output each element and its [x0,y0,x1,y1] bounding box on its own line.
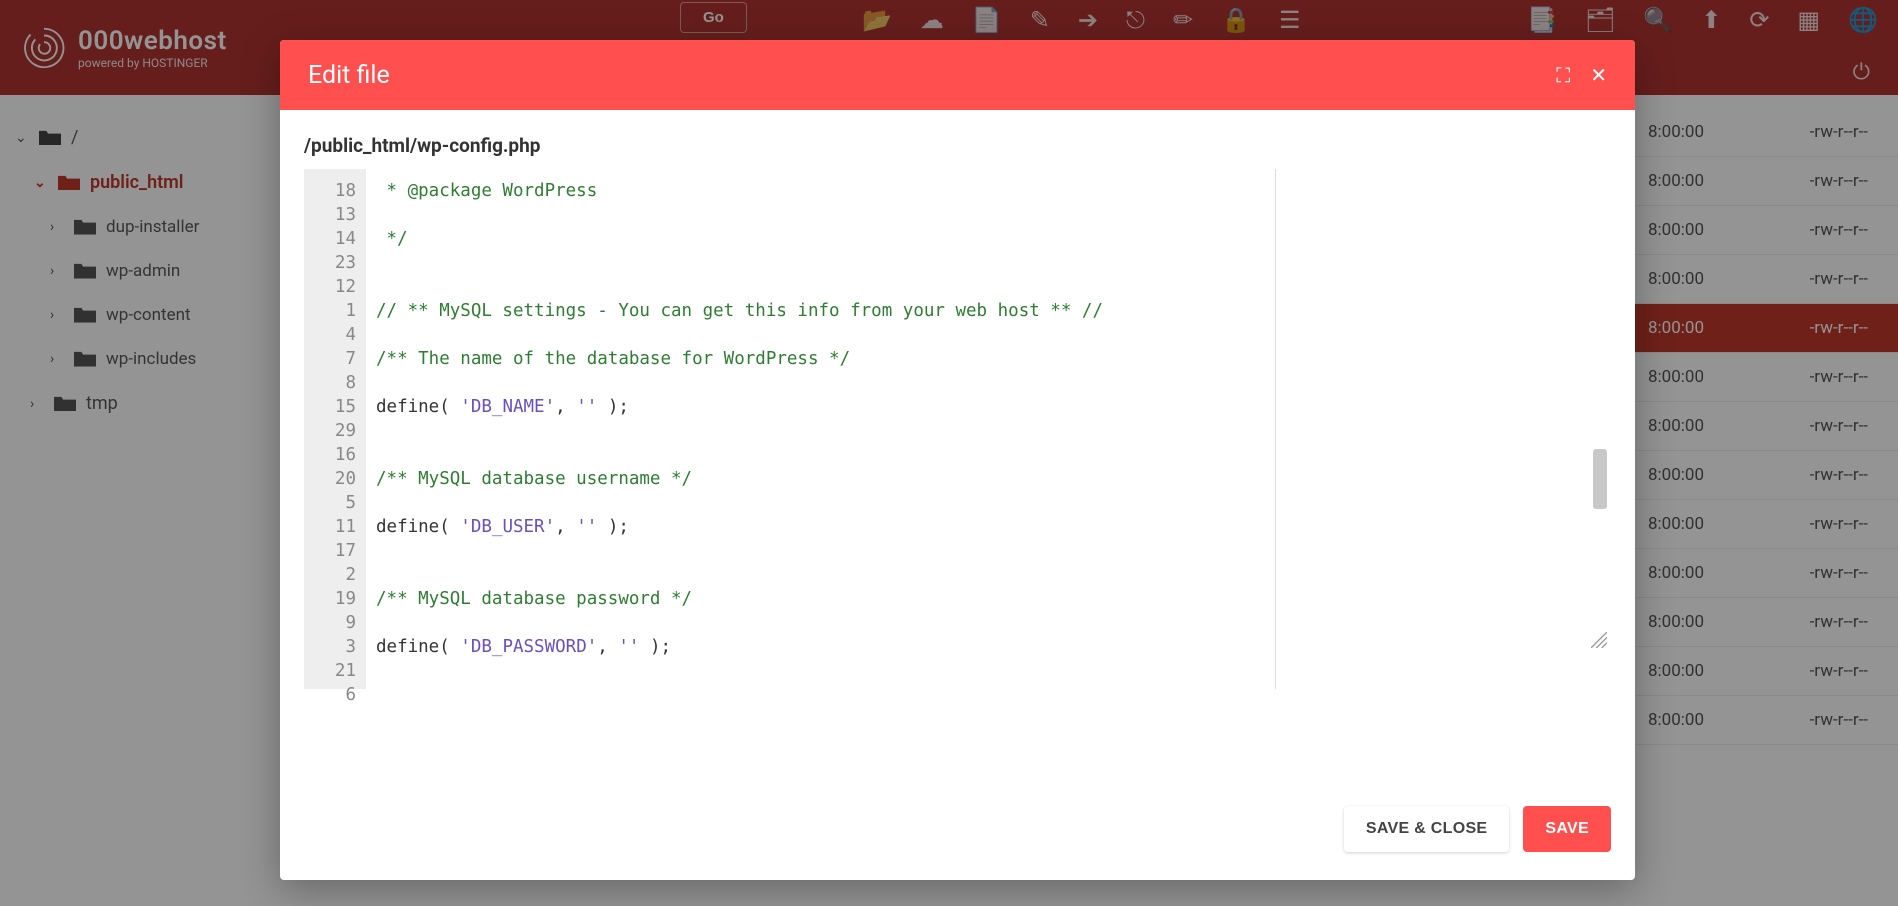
code-line [376,563,1265,587]
line-number: 19 [310,587,356,611]
code-line [376,443,1265,467]
line-number: 16 [310,443,356,467]
line-number-gutter: 18131423121478152916205111721993216 [304,169,366,689]
expand-icon[interactable]: ⛶ [1556,63,1570,87]
code-line: /** MySQL database password */ [376,587,1265,611]
code-line [376,203,1265,227]
code-line [376,419,1265,443]
code-line [376,491,1265,515]
modal-footer: SAVE & CLOSE SAVE [280,786,1635,880]
code-line: /** The name of the database for WordPre… [376,347,1265,371]
code-line [376,275,1265,299]
line-number: 18 [310,179,356,203]
code-editor[interactable]: 18131423121478152916205111721993216 * @p… [280,169,1635,786]
line-number: 23 [310,251,356,275]
code-line: */ [376,227,1265,251]
save-button[interactable]: SAVE [1523,806,1611,852]
code-area[interactable]: * @package WordPress */ // ** MySQL setti… [366,169,1276,689]
resize-handle[interactable] [1591,632,1607,648]
line-number: 11 [310,515,356,539]
code-line: define( 'DB_NAME', '' ); [376,395,1265,419]
line-number: 3 [310,635,356,659]
modal-header: Edit file ⛶ ✕ [280,40,1635,110]
save-close-button[interactable]: SAVE & CLOSE [1344,806,1510,852]
code-line [376,611,1265,635]
line-number: 5 [310,491,356,515]
line-number: 9 [310,611,356,635]
code-line: /** MySQL database username */ [376,467,1265,491]
code-line [376,251,1265,275]
line-number: 29 [310,419,356,443]
line-number: 1 [310,299,356,323]
modal-title: Edit file [308,61,390,90]
file-path: /public_html/wp-config.php [280,110,1635,169]
line-number: 20 [310,467,356,491]
code-line [376,539,1265,563]
code-line: define( 'DB_USER', '' ); [376,515,1265,539]
line-number: 8 [310,371,356,395]
line-number: 7 [310,347,356,371]
code-line [376,323,1265,347]
line-number: 4 [310,323,356,347]
code-line [376,683,1265,689]
line-number: 17 [310,539,356,563]
line-number: 21 [310,659,356,683]
line-number: 6 [310,683,356,707]
line-number: 14 [310,227,356,251]
close-icon[interactable]: ✕ [1590,63,1607,87]
code-line: * @package WordPress [376,179,1265,203]
code-line: // ** MySQL settings - You can get this … [376,299,1265,323]
code-line [376,659,1265,683]
edit-file-modal: Edit file ⛶ ✕ /public_html/wp-config.php… [280,40,1635,880]
line-number: 13 [310,203,356,227]
code-line: define( 'DB_PASSWORD', '' ); [376,635,1265,659]
code-line [376,371,1265,395]
line-number: 12 [310,275,356,299]
line-number: 2 [310,563,356,587]
line-number: 15 [310,395,356,419]
scrollbar-thumb[interactable] [1593,449,1607,509]
